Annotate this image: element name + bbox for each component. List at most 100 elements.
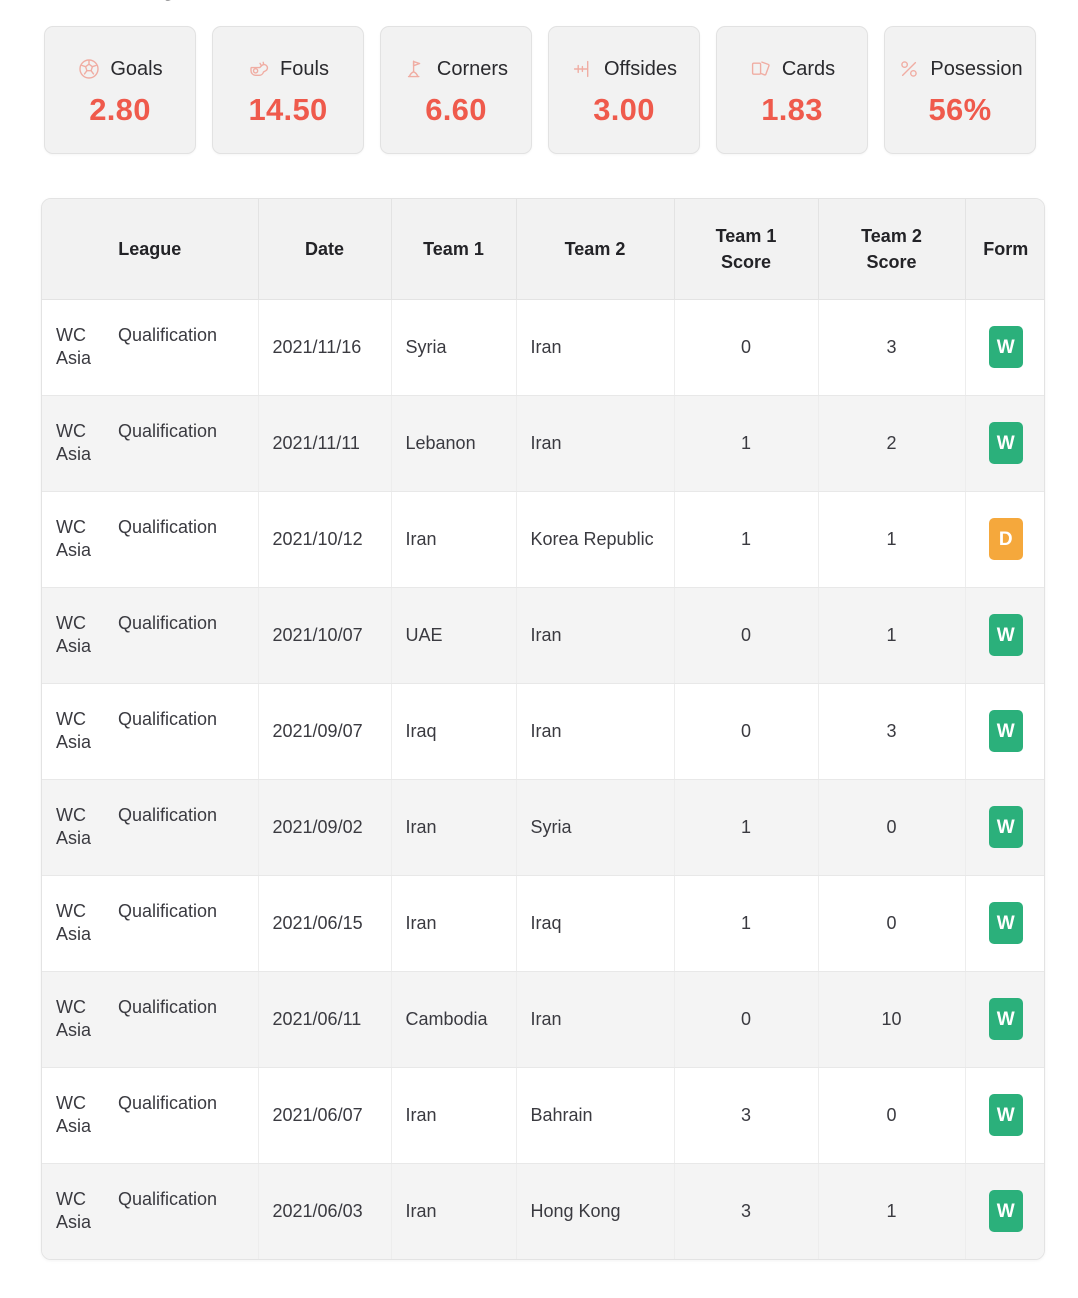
cell-team1: Iran <box>391 491 517 588</box>
form-badge[interactable]: W <box>988 1094 1023 1136</box>
page-title: Team Averages & Recent Matches <box>44 0 389 2</box>
table-row[interactable]: WC Asia Qualification 2021/11/16 Syria Iran 0… <box>42 299 1044 396</box>
cell-form: W <box>965 683 1044 780</box>
stat-card-fouls[interactable]: Fouls 14.50 <box>212 26 364 154</box>
league-type: Qualification <box>118 996 218 1017</box>
table-row[interactable]: WC Asia Qualification 2021/09/02 Iran Syria 1… <box>42 779 1044 876</box>
stat-card-header: Corners <box>404 56 508 82</box>
column-header-team1[interactable]: Team 1 <box>391 199 517 300</box>
table-header-row: League Date Team 1 Team 2 Team 1 Score T… <box>42 199 1044 300</box>
cell-team1-score: 0 <box>674 299 819 396</box>
table-row[interactable]: WC Asia Qualification 2021/06/11 Cambodia Ir… <box>42 971 1044 1068</box>
league-type: Qualification <box>118 1188 218 1209</box>
cell-team2-score: 3 <box>818 683 966 780</box>
table-row[interactable]: WC Asia Qualification 2021/06/15 Iran Iraq 1 0… <box>42 875 1044 972</box>
table-row[interactable]: WC Asia Qualification 2021/06/03 Iran Hong K… <box>42 1163 1044 1259</box>
cell-team2-score: 2 <box>818 395 966 492</box>
column-header-league[interactable]: League <box>42 199 259 300</box>
cell-team1: Iran <box>391 779 517 876</box>
stat-card-label: Fouls <box>280 57 329 80</box>
cell-team2: Iran <box>516 395 675 492</box>
form-badge[interactable]: W <box>988 326 1023 368</box>
cell-team1-score: 0 <box>674 683 819 780</box>
form-badge[interactable]: W <box>988 1190 1023 1233</box>
league-name: WC Asia <box>56 1188 92 1233</box>
stat-card-value: 1.83 <box>761 91 823 127</box>
cell-team2-score: 10 <box>818 971 966 1068</box>
recent-matches-table-container: League Date Team 1 Team 2 Team 1 Score T… <box>41 198 1045 1260</box>
percent-icon <box>897 57 921 81</box>
league-name: WC Asia <box>56 324 92 368</box>
column-header-team2[interactable]: Team 2 <box>516 199 675 300</box>
cell-team2: Iran <box>516 683 675 780</box>
league-name: WC Asia <box>56 516 92 560</box>
stat-card-value: 3.00 <box>593 91 655 127</box>
stat-card-label: Goals <box>110 57 163 80</box>
cell-team1-score: 3 <box>674 1163 819 1259</box>
cell-team1-score: 0 <box>674 971 819 1068</box>
corner-flag-icon <box>404 57 428 81</box>
stat-card-header: Cards <box>749 56 835 82</box>
form-badge[interactable]: W <box>988 710 1023 752</box>
stat-card-value: 2.80 <box>89 91 151 127</box>
cell-team1-score: 0 <box>674 587 819 684</box>
league-type: Qualification <box>118 420 218 441</box>
league-name: WC Asia <box>56 420 92 464</box>
cell-date: 2021/06/07 <box>258 1067 392 1164</box>
column-header-team1-score-line1: Team 1 <box>715 225 777 246</box>
column-header-date[interactable]: Date <box>258 199 392 300</box>
cell-league: WC Asia Qualification <box>42 1163 259 1259</box>
form-badge[interactable]: W <box>988 998 1023 1040</box>
cell-team2-score: 0 <box>818 875 966 972</box>
league-type: Qualification <box>118 900 218 921</box>
cell-team2: Iran <box>516 299 675 396</box>
table-row[interactable]: WC Asia Qualification 2021/11/11 Lebanon Ira… <box>42 395 1044 492</box>
cell-date: 2021/11/11 <box>258 395 392 492</box>
stats-page: Team Averages & Recent Matches Goals 2.80… <box>0 0 1078 1298</box>
cell-date: 2021/06/11 <box>258 971 392 1068</box>
table-row[interactable]: WC Asia Qualification 2021/09/07 Iraq Iran 0 3… <box>42 683 1044 780</box>
stat-card-value: 6.60 <box>425 91 487 127</box>
column-header-form[interactable]: Form <box>965 199 1044 300</box>
cell-team2: Iraq <box>516 875 675 972</box>
cell-team2: Hong Kong <box>516 1163 675 1259</box>
stats-card-row: Goals 2.80 Fouls 14.50 Corners 6.60 Offsides 3.… <box>44 26 1036 154</box>
cell-team1: Lebanon <box>391 395 517 492</box>
stat-card-label: Cards <box>781 57 836 80</box>
cell-form: W <box>965 587 1044 684</box>
cell-date: 2021/06/03 <box>258 1163 392 1259</box>
table-row[interactable]: WC Asia Qualification 2021/10/07 UAE Iran 0 1 W <box>42 587 1044 684</box>
form-badge[interactable]: D <box>988 518 1023 560</box>
league-name: WC Asia <box>56 708 92 752</box>
column-header-team2-score[interactable]: Team 2 Score <box>818 199 966 300</box>
cell-team1: UAE <box>391 587 517 684</box>
cell-team2-score: 0 <box>818 779 966 876</box>
stat-card-corners[interactable]: Corners 6.60 <box>380 26 532 154</box>
form-badge[interactable]: W <box>988 422 1023 464</box>
stat-card-offsides[interactable]: Offsides 3.00 <box>548 26 700 154</box>
cell-date: 2021/10/12 <box>258 491 392 588</box>
stat-card-cards[interactable]: Cards 1.83 <box>716 26 868 154</box>
cell-team1: Iran <box>391 875 517 972</box>
form-badge[interactable]: W <box>988 806 1023 848</box>
form-badge[interactable]: W <box>988 614 1023 656</box>
stat-card-posession[interactable]: Posession 56% <box>884 26 1036 154</box>
table-row[interactable]: WC Asia Qualification 2021/10/12 Iran Korea … <box>42 491 1044 588</box>
cell-team1-score: 1 <box>674 491 819 588</box>
column-header-team2-score-line2: Score <box>866 251 917 272</box>
cell-team1-score: 1 <box>674 779 819 876</box>
stat-card-label: Offsides <box>604 57 677 80</box>
stat-card-header: Fouls <box>247 56 329 82</box>
league-name: WC Asia <box>56 612 92 656</box>
cell-form: W <box>965 1067 1044 1164</box>
cell-league: WC Asia Qualification <box>42 1067 259 1164</box>
league-name: WC Asia <box>56 1092 92 1136</box>
table-row[interactable]: WC Asia Qualification 2021/06/07 Iran Bahrai… <box>42 1067 1044 1164</box>
column-header-team1-score[interactable]: Team 1 Score <box>674 199 819 300</box>
cell-league: WC Asia Qualification <box>42 299 259 396</box>
stat-card-goals[interactable]: Goals 2.80 <box>44 26 196 154</box>
cell-team2: Iran <box>516 587 675 684</box>
league-type: Qualification <box>118 612 218 633</box>
stat-card-label: Posession <box>930 57 1023 80</box>
form-badge[interactable]: W <box>988 902 1023 944</box>
